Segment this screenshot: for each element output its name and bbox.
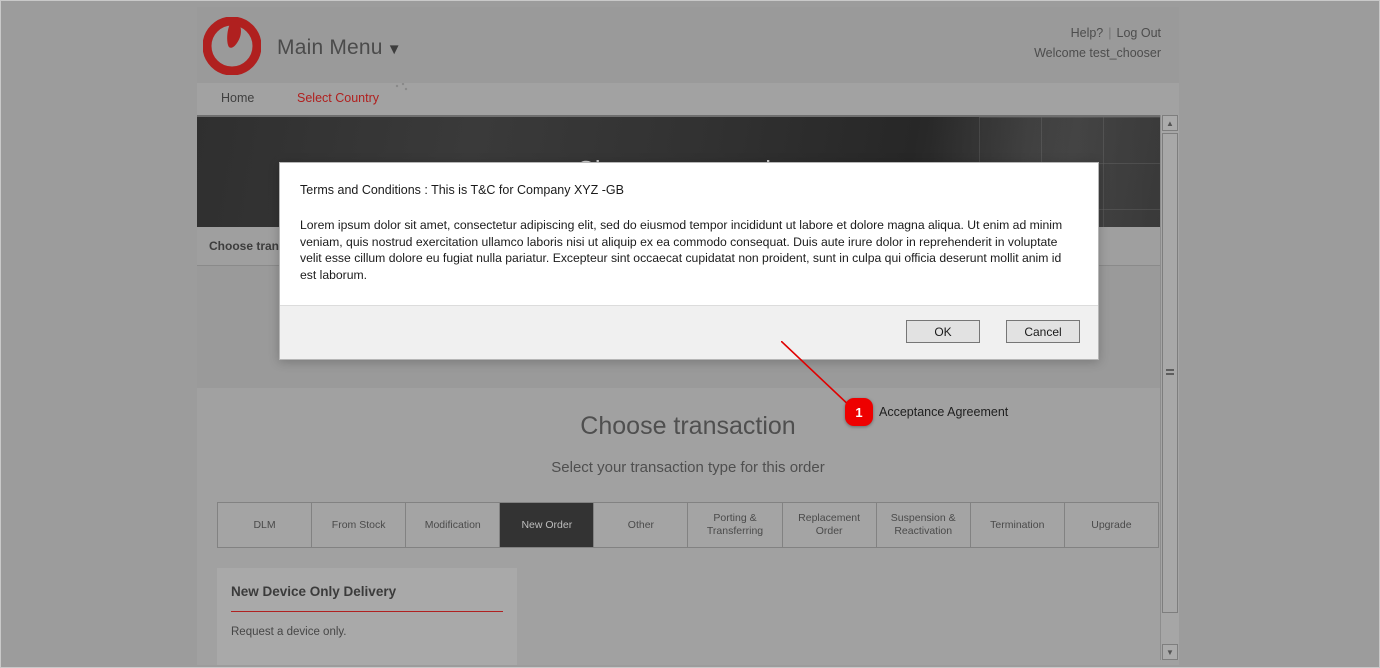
main-menu-button[interactable]: Main Menu ▼ <box>277 36 402 60</box>
transaction-card-new-device-only-delivery[interactable]: New Device Only Delivery Request a devic… <box>217 568 517 665</box>
dialog-body: Terms and Conditions : This is T&C for C… <box>280 163 1098 305</box>
tab-new-order[interactable]: New Order <box>500 503 595 547</box>
sparkle-icon <box>395 83 409 93</box>
tab-dlm[interactable]: DLM <box>218 503 313 547</box>
transaction-panel: Choose transaction Select your transacti… <box>197 388 1179 665</box>
scroll-down-icon[interactable]: ▼ <box>1162 644 1178 660</box>
chevron-down-icon: ▼ <box>386 41 402 58</box>
dialog-footer: OK Cancel <box>280 305 1098 359</box>
terms-and-conditions-dialog: Terms and Conditions : This is T&C for C… <box>279 162 1099 360</box>
page-title: Choose transaction <box>580 412 796 440</box>
logout-link[interactable]: Log Out <box>1117 26 1161 40</box>
tab-suspension-reactivation[interactable]: Suspension & Reactivation <box>877 503 971 547</box>
card-description: Request a device only. <box>231 626 347 638</box>
help-link[interactable]: Help? <box>1071 26 1104 40</box>
callout-label: Acceptance Agreement <box>879 405 1009 419</box>
callout-badge-1: 1 <box>845 398 873 426</box>
screenshot-root: Main Menu ▼ Help? | Log Out Welcome test_ch… <box>0 0 1380 668</box>
tab-termination[interactable]: Termination <box>971 503 1065 547</box>
welcome-text: Welcome test_chooser <box>1034 46 1161 60</box>
transaction-type-tabs: DLM From Stock Modification New Order Ot… <box>217 502 1159 548</box>
tab-upgrade[interactable]: Upgrade <box>1065 503 1159 547</box>
tab-modification[interactable]: Modification <box>406 503 501 547</box>
app-header: Main Menu ▼ Help? | Log Out Welcome test_ch… <box>197 7 1179 83</box>
header-utility-links: Help? | Log Out Welcome test_chooser <box>1034 23 1161 63</box>
ok-button[interactable]: OK <box>906 320 980 343</box>
tab-other[interactable]: Other <box>594 503 689 547</box>
page-subtitle: Select your transaction type for this or… <box>551 459 825 476</box>
breadcrumb[interactable]: Choose trans <box>209 239 286 253</box>
main-menu-label: Main Menu <box>277 36 383 59</box>
vodafone-logo <box>202 16 262 76</box>
tab-replacement-order[interactable]: Replacement Order <box>783 503 877 547</box>
scrollbar-thumb[interactable] <box>1162 133 1178 613</box>
dialog-heading: Terms and Conditions : This is T&C for C… <box>300 183 624 197</box>
link-separator: | <box>1108 26 1112 40</box>
scrollbar-grip-icon <box>1166 369 1174 377</box>
vertical-scrollbar[interactable]: ▲ ▼ <box>1160 115 1179 660</box>
tab-from-stock[interactable]: From Stock <box>312 503 407 547</box>
scroll-mid-arrow-icon <box>1162 301 1178 315</box>
cancel-button[interactable]: Cancel <box>1006 320 1080 343</box>
card-title: New Device Only Delivery <box>231 584 397 599</box>
scroll-up-icon[interactable]: ▲ <box>1162 115 1178 131</box>
dialog-paragraph: Lorem ipsum dolor sit amet, consectetur … <box>300 218 1063 282</box>
primary-nav: Home Select Country <box>197 83 1179 117</box>
tab-porting-transferring[interactable]: Porting & Transferring <box>688 503 783 547</box>
nav-item-select-country[interactable]: Select Country <box>297 91 379 105</box>
card-divider <box>231 611 503 612</box>
nav-item-home[interactable]: Home <box>221 91 254 105</box>
